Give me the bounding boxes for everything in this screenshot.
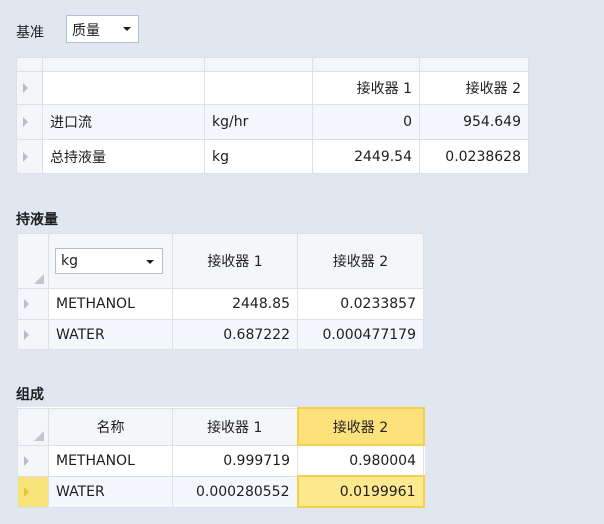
row-pointer-icon [23, 151, 28, 162]
row-pointer-icon [24, 329, 29, 340]
holdup-row-name: WATER [48, 319, 173, 350]
holdup-value-cell[interactable]: 2448.85 [172, 288, 298, 320]
summary-row-unit: kg/hr [204, 104, 313, 140]
summary-value-cell[interactable]: 954.649 [419, 104, 529, 140]
summary-header-name [42, 71, 205, 105]
holdup-value-cell[interactable]: 0.687222 [172, 319, 298, 350]
summary-col-header [42, 57, 205, 72]
summary-header-receiver-1: 接收器 1 [312, 71, 420, 105]
composition-value-cell[interactable]: 0.999719 [172, 444, 298, 477]
holdup-unit-dropdown[interactable]: kg [55, 248, 163, 274]
summary-row-name: 进口流 [42, 104, 205, 140]
row-pointer-icon [24, 299, 29, 309]
summary-value-cell[interactable]: 0 [312, 104, 420, 140]
composition-table: 名称 接收器 1 接收器 2 METHANOL 0.999719 0.98000… [17, 407, 425, 508]
holdup-value-cell[interactable]: 0.000477179 [297, 319, 424, 350]
summary-col-header [312, 57, 420, 72]
composition-header-name[interactable]: 名称 [48, 407, 173, 446]
summary-col-header [419, 57, 529, 72]
holdup-header-receiver-2[interactable]: 接收器 2 [297, 233, 424, 289]
holdup-section-title: 持液量 [16, 212, 58, 228]
holdup-unit-cell: kg [48, 233, 173, 289]
summary-value-cell[interactable]: 2449.54 [312, 139, 420, 174]
holdup-value-cell[interactable]: 0.0233857 [297, 288, 424, 320]
summary-row-unit: kg [204, 139, 313, 174]
basis-dropdown-value: 质量 [72, 23, 100, 39]
summary-row-name: 总持液量 [42, 139, 205, 174]
basis-label: 基准 [16, 25, 44, 41]
holdup-row-name: METHANOL [48, 288, 173, 320]
summary-corner [16, 57, 43, 72]
row-pointer-icon [24, 455, 29, 466]
corner-triangle-icon [34, 274, 44, 284]
composition-header-receiver-1[interactable]: 接收器 1 [172, 407, 298, 446]
summary-value-cell[interactable]: 0.0238628 [419, 139, 529, 174]
summary-col-header [204, 57, 313, 72]
holdup-header-receiver-1[interactable]: 接收器 1 [172, 233, 298, 289]
row-header[interactable] [16, 71, 43, 105]
results-panel: 基准 质量 接收器 1 接收器 2 进口流 kg/hr 0 954.649 总持… [0, 0, 604, 524]
composition-selected-cell[interactable]: 0.0199961 [296, 475, 425, 508]
composition-corner [17, 407, 49, 446]
row-header[interactable] [17, 288, 49, 320]
corner-triangle-icon [34, 430, 44, 441]
composition-row-name: METHANOL [48, 444, 173, 477]
row-pointer-icon [23, 117, 28, 127]
summary-header-receiver-2: 接收器 2 [419, 71, 529, 105]
row-header-selected[interactable] [17, 475, 49, 508]
chevron-down-icon [146, 260, 154, 264]
basis-dropdown[interactable]: 质量 [66, 15, 139, 43]
row-header[interactable] [16, 104, 43, 140]
composition-section-title: 组成 [16, 387, 44, 403]
chevron-down-icon [123, 27, 131, 31]
composition-value-cell[interactable]: 0.000280552 [172, 475, 298, 508]
summary-table: 接收器 1 接收器 2 进口流 kg/hr 0 954.649 总持液量 kg … [16, 57, 529, 174]
composition-row-name: WATER [48, 475, 173, 508]
composition-value-cell[interactable]: 0.980004 [297, 444, 424, 477]
holdup-table: kg 接收器 1 接收器 2 METHANOL 2448.85 0.023385… [17, 233, 424, 350]
row-pointer-icon [23, 83, 28, 93]
holdup-unit-value: kg [61, 253, 78, 269]
row-pointer-icon [24, 486, 29, 497]
composition-header-receiver-2[interactable]: 接收器 2 [296, 407, 425, 446]
summary-header-unit [204, 71, 313, 105]
row-header[interactable] [17, 319, 49, 350]
row-header[interactable] [17, 444, 49, 477]
holdup-corner [17, 233, 49, 289]
row-header[interactable] [16, 139, 43, 174]
